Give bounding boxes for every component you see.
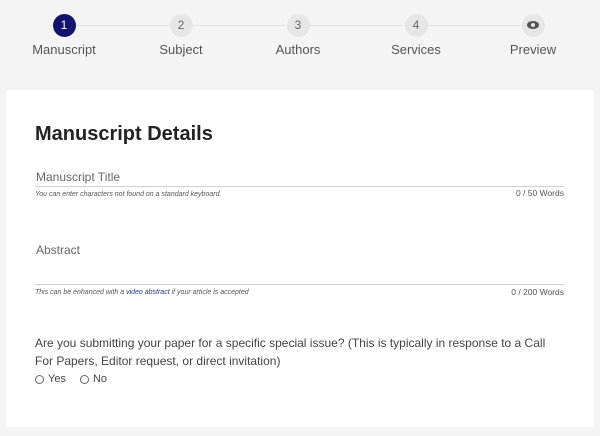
manuscript-details-card: Manuscript Details Manuscript Title You … [6,90,594,427]
step-preview-circle [521,14,545,37]
special-issue-options: Yes No [35,373,121,385]
manuscript-title-hint: You can enter characters not found on a … [35,191,222,198]
step-label: Subject [159,42,203,57]
manuscript-title-input[interactable]: Manuscript Title [36,170,120,184]
step-authors[interactable]: 3 Authors [243,14,353,57]
step-subject[interactable]: 2 Subject [126,14,236,57]
radio-circle-icon[interactable] [79,374,89,384]
special-issue-question: Are you submitting your paper for a spec… [35,336,546,368]
step-services[interactable]: 4 Services [361,14,471,57]
step-label: Manuscript [32,42,96,57]
abstract-word-counter: 0 / 200 Words [511,287,564,297]
step-label: Services [391,42,441,57]
video-abstract-link[interactable]: video abstract [126,289,170,296]
step-number: 1 [52,14,76,37]
step-number: 3 [286,14,310,37]
abstract-hint: This can be enhanced with a video abstra… [35,289,249,296]
step-manuscript[interactable]: 1 Manuscript [9,14,119,57]
radio-circle-icon[interactable] [35,374,44,384]
step-number: 2 [169,14,193,37]
step-label: Authors [275,42,321,57]
abstract-input[interactable]: Abstract [36,243,80,257]
manuscript-title-underline [35,186,564,187]
abstract-underline [35,284,564,285]
page-title: Manuscript Details [35,123,213,145]
step-number: 4 [404,14,428,37]
step-preview[interactable]: Preview [478,14,588,57]
eye-icon [527,21,539,29]
progress-stepper: 1 Manuscript 2 Subject 3 Authors 4 Servi… [0,0,600,88]
special-issue-yes-radio[interactable]: Yes [35,373,66,385]
manuscript-title-word-counter: 0 / 50 Words [515,188,564,198]
special-issue-no-radio[interactable]: No [79,373,107,385]
step-label: Preview [509,42,557,57]
